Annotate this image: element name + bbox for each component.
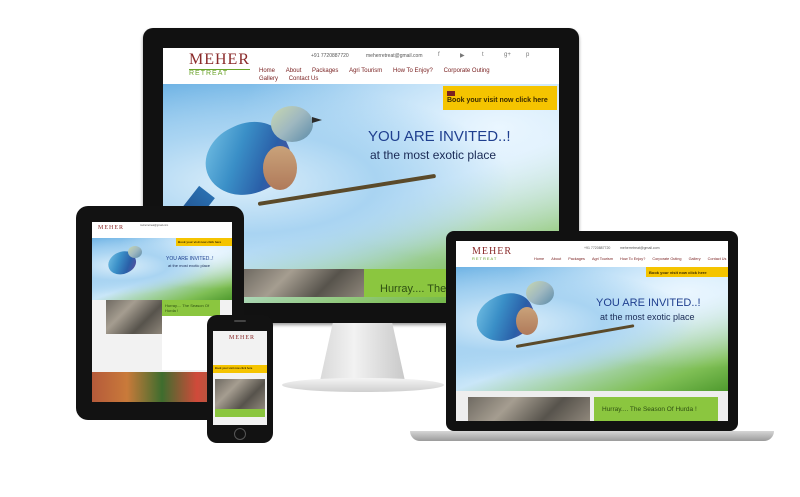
desktop-feature-text: Hurray.... The [380, 283, 447, 295]
header-email[interactable]: meherretreat@gmail.com [366, 53, 422, 59]
bird-breast [263, 146, 297, 190]
tablet-header: MEHER meherretreat@gmail.com [92, 222, 232, 238]
logo-title: MEHER [189, 51, 250, 68]
tablet-book-visit-label: Book your visit now click here [178, 240, 222, 244]
laptop-feature-text: Hurray.... The Season Of Hurda ! [602, 406, 697, 413]
phone-book-visit-button[interactable]: Book your visit now click here [213, 365, 267, 373]
monitor-stand-base [282, 378, 444, 392]
laptop-nav-gallery[interactable]: Gallery [689, 257, 701, 261]
tablet-hero: YOU ARE INVITED..! at the most exotic pl… [92, 238, 232, 300]
site-header: MEHER RETREAT +91 7720887720 meherretrea… [163, 48, 559, 84]
tablet-email[interactable]: meherretreat@gmail.com [140, 224, 168, 227]
tablet-hero-headline: YOU ARE INVITED..! [166, 256, 214, 262]
responsive-devices-mockup: MEHER RETREAT +91 7720887720 meherretrea… [0, 0, 800, 497]
laptop-bird-head [526, 281, 554, 305]
tablet-logo[interactable]: MEHER [98, 225, 124, 231]
smartphone: MEHER Book your visit now click here [207, 315, 273, 443]
laptop-nav: Home About Packages Agri Tourism How To … [534, 257, 726, 261]
laptop-feature-image [468, 397, 590, 421]
laptop-nav-contact[interactable]: Contact Us [708, 257, 727, 261]
nav-corporate-outing[interactable]: Corporate Outing [444, 67, 490, 75]
nav-home[interactable]: Home [259, 67, 275, 75]
book-visit-label: Book your visit now click here [447, 97, 548, 104]
bird-beak [312, 117, 322, 123]
laptop-nav-packages[interactable]: Packages [568, 257, 585, 261]
nav-agri-tourism[interactable]: Agri Tourism [349, 67, 382, 75]
tablet-book-visit-button[interactable]: Book your visit now click here [176, 238, 232, 246]
logo[interactable]: MEHER RETREAT [189, 52, 250, 77]
nav-contact-us[interactable]: Contact Us [289, 75, 319, 83]
laptop-hero: YOU ARE INVITED..! at the most exotic pl… [456, 267, 728, 391]
nav-packages[interactable]: Packages [312, 67, 338, 75]
phone-home-button[interactable] [234, 428, 246, 440]
bird-head [271, 106, 313, 142]
laptop-header: MEHER RETREAT +91 7720887720 meherretrea… [456, 241, 728, 267]
hero-subline: at the most exotic place [370, 148, 497, 162]
hero-headline: YOU ARE INVITED..! [368, 128, 511, 145]
laptop-lid: MEHER RETREAT +91 7720887720 meherretrea… [446, 231, 738, 431]
mail-icon [447, 91, 455, 96]
phone-logo[interactable]: MEHER [229, 335, 255, 341]
monitor-stand-neck [320, 323, 405, 381]
nav-about[interactable]: About [286, 67, 302, 75]
header-phone[interactable]: +91 7720887720 [311, 53, 349, 59]
tablet-feature-text: Hurray.... The Season Of Hurda ! [165, 303, 210, 313]
tablet-feature-title: Hurray.... The Season Of Hurda ! [162, 300, 220, 316]
facebook-icon[interactable]: f [438, 52, 440, 58]
youtube-icon[interactable]: ▶ [460, 52, 465, 59]
laptop-book-visit-button[interactable]: Book your visit now click here [646, 267, 728, 277]
phone-feature-strip [215, 409, 265, 417]
nav-how-to-enjoy[interactable]: How To Enjoy? [393, 67, 433, 75]
laptop-hero-subline: at the most exotic place [600, 312, 695, 322]
laptop-nav-corporate[interactable]: Corporate Outing [652, 257, 681, 261]
laptop-logo[interactable]: MEHER RETREAT [472, 247, 512, 261]
laptop-nav-how[interactable]: How To Enjoy? [620, 257, 645, 261]
pinterest-icon[interactable]: p [526, 52, 529, 58]
phone-screen: MEHER Book your visit now click here [213, 331, 267, 425]
laptop-nav-agri[interactable]: Agri Tourism [592, 257, 613, 261]
desktop-feature-image [244, 269, 364, 297]
google-plus-icon[interactable]: g+ [504, 52, 511, 58]
laptop-feature-title: Hurray.... The Season Of Hurda ! [594, 397, 718, 421]
nav-gallery[interactable]: Gallery [259, 75, 278, 83]
laptop-bird-breast [516, 307, 538, 335]
laptop-base [410, 431, 774, 441]
laptop-screen: MEHER RETREAT +91 7720887720 meherretrea… [456, 241, 728, 421]
phone-book-visit-label: Book your visit now click here [215, 367, 253, 370]
logo-tagline: RETREAT [189, 69, 250, 77]
phone-feature-image [215, 379, 265, 409]
laptop-email[interactable]: meherretreat@gmail.com [620, 246, 660, 250]
laptop-logo-tagline: RETREAT [472, 256, 498, 261]
laptop-book-visit-label: Book your visit now click here [649, 270, 707, 275]
laptop-nav-about[interactable]: About [551, 257, 561, 261]
phone-speaker [234, 320, 246, 322]
main-nav: Home About Packages Agri Tourism How To … [259, 67, 519, 83]
book-visit-button[interactable]: Book your visit now click here [443, 86, 557, 110]
tablet-bird-head [128, 246, 142, 258]
laptop-hero-headline: YOU ARE INVITED..! [596, 297, 701, 309]
twitter-icon[interactable]: t [482, 52, 484, 58]
tablet-hero-subline: at the most exotic place [168, 263, 211, 268]
laptop-phone[interactable]: +91 7720887720 [584, 246, 610, 250]
social-icons: f ▶ t g+ p [438, 52, 548, 60]
tablet-feature-image [106, 300, 162, 334]
laptop-nav-home[interactable]: Home [534, 257, 544, 261]
